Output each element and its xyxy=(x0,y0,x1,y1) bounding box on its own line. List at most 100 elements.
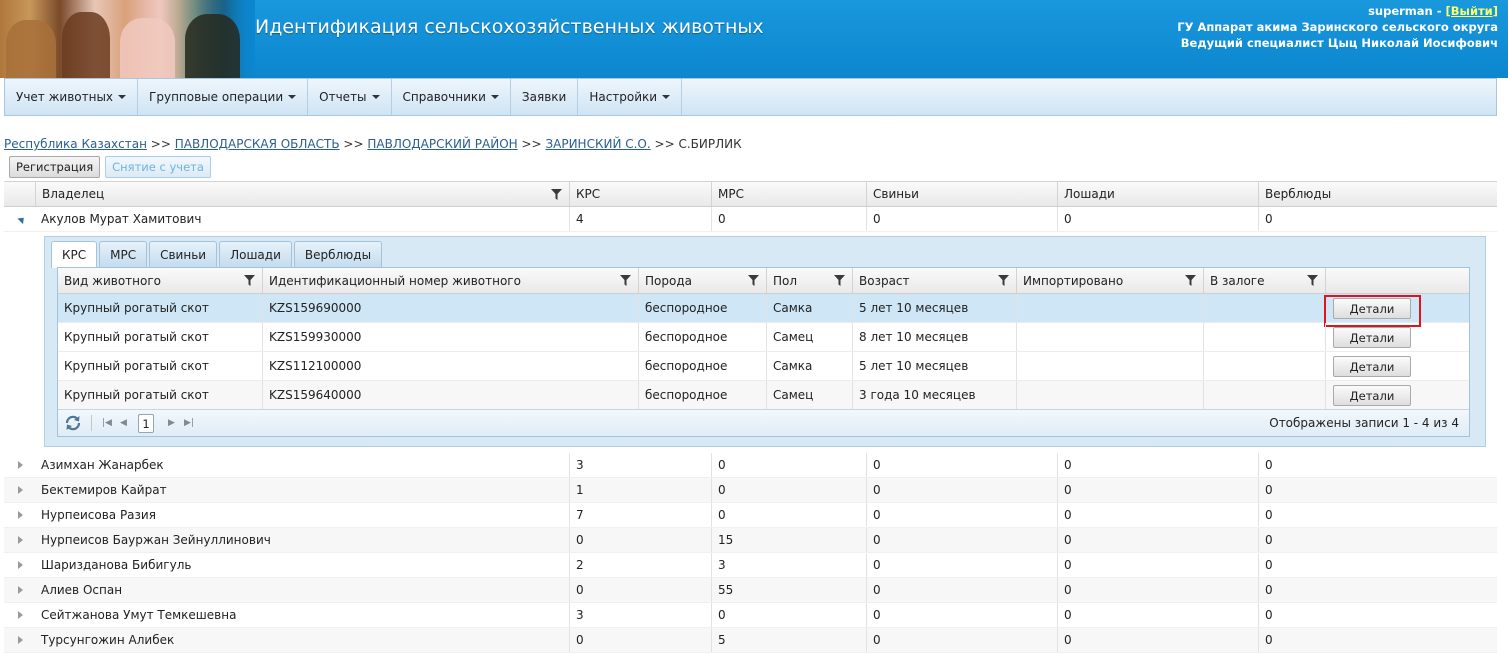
animal-age: 5 лет 10 месяцев xyxy=(852,352,1016,380)
tab-camels[interactable]: Верблюды xyxy=(293,241,383,267)
animal-imported xyxy=(1016,381,1203,409)
last-page-icon[interactable]: ▶| xyxy=(184,418,194,428)
animals-detail-panel: КРС МРС Свиньи Лошади Верблюды Вид живот… xyxy=(44,236,1486,447)
expand-arrow-icon[interactable] xyxy=(18,486,23,494)
tab-horses[interactable]: Лошади xyxy=(219,241,292,267)
count-horses: 0 xyxy=(1057,628,1258,652)
animal-species: Крупный рогатый скот xyxy=(64,359,209,373)
filter-icon[interactable] xyxy=(834,275,845,286)
table-row[interactable]: Крупный рогатый скот KZS112100000 беспор… xyxy=(58,352,1469,381)
expand-arrow-icon[interactable] xyxy=(18,511,23,519)
menu-item-directories[interactable]: Справочники xyxy=(392,79,511,115)
animal-imported xyxy=(1016,323,1203,351)
menu-item-settings[interactable]: Настройки xyxy=(578,79,683,115)
column-header-imported[interactable]: Импортировано xyxy=(1016,268,1203,293)
filter-icon[interactable] xyxy=(551,189,562,200)
breadcrumb-region[interactable]: ПАВЛОДАРСКАЯ ОБЛАСТЬ xyxy=(175,137,340,151)
column-header-breed[interactable]: Порода xyxy=(638,268,766,293)
menu-item-reports[interactable]: Отчеты xyxy=(308,79,392,115)
filter-icon[interactable] xyxy=(620,275,631,286)
logout-link[interactable]: [Выйти] xyxy=(1446,4,1498,18)
collapse-arrow-icon[interactable] xyxy=(17,214,27,225)
refresh-icon[interactable] xyxy=(64,414,82,432)
animal-id: KZS159930000 xyxy=(262,323,638,351)
table-row[interactable]: Нурпеисова Разия 7 0 0 0 0 xyxy=(4,503,1497,528)
expand-arrow-icon[interactable] xyxy=(18,461,23,469)
animal-pledged xyxy=(1203,294,1325,322)
column-header-species[interactable]: Вид животного xyxy=(58,268,262,293)
first-page-icon[interactable]: |◀ xyxy=(102,418,112,428)
count-camels: 0 xyxy=(1258,628,1497,652)
breadcrumb-district[interactable]: ПАВЛОДАРСКИЙ РАЙОН xyxy=(367,137,517,151)
breadcrumb-rural-district[interactable]: ЗАРИНСКИЙ С.О. xyxy=(545,137,650,151)
column-header-owner[interactable]: Владелец xyxy=(35,182,569,206)
details-button[interactable]: Детали xyxy=(1333,385,1411,406)
count-krs: 0 xyxy=(569,578,711,602)
column-header-camels[interactable]: Верблюды xyxy=(1258,182,1497,206)
prev-page-icon[interactable]: ◀ xyxy=(120,418,127,428)
table-row[interactable]: Бектемиров Кайрат 1 0 0 0 0 xyxy=(4,478,1497,503)
animal-pledged xyxy=(1203,381,1325,409)
filter-icon[interactable] xyxy=(1307,275,1318,286)
table-row[interactable]: Крупный рогатый скот KZS159930000 беспор… xyxy=(58,323,1469,352)
next-page-icon[interactable]: ▶ xyxy=(168,418,175,428)
expand-arrow-icon[interactable] xyxy=(18,561,23,569)
filter-icon[interactable] xyxy=(748,275,759,286)
count-krs: 3 xyxy=(569,453,711,477)
count-pigs: 0 xyxy=(866,528,1057,552)
column-header-id-number[interactable]: Идентификационный номер животного xyxy=(262,268,638,293)
tab-pigs[interactable]: Свиньи xyxy=(149,241,218,267)
animal-age: 8 лет 10 месяцев xyxy=(852,323,1016,351)
table-row[interactable]: Турсунгожин Алибек 0 5 0 0 0 xyxy=(4,628,1497,653)
user-info: superman - [Выйти] ГУ Аппарат акима Зари… xyxy=(1177,4,1498,50)
tab-mrs[interactable]: МРС xyxy=(99,241,148,267)
expand-arrow-icon[interactable] xyxy=(18,611,23,619)
filter-icon[interactable] xyxy=(1185,275,1196,286)
column-header-horses[interactable]: Лошади xyxy=(1057,182,1258,206)
chevron-down-icon xyxy=(288,95,297,99)
chevron-down-icon xyxy=(118,95,127,99)
pager: |◀ ◀ 1 ▶ ▶| Отображены записи 1 - 4 из 4 xyxy=(58,409,1469,436)
owner-name: Бектемиров Кайрат xyxy=(41,483,167,497)
filter-icon[interactable] xyxy=(998,275,1009,286)
menu-item-group-operations[interactable]: Групповые операции xyxy=(138,79,309,115)
table-row[interactable]: Азимхан Жанарбек 3 0 0 0 0 xyxy=(4,453,1497,478)
user-position: Ведущий специалист Цыц Николай Иосифович xyxy=(1180,36,1498,50)
column-header-krs[interactable]: КРС xyxy=(569,182,711,206)
animal-imported xyxy=(1016,294,1203,322)
register-button[interactable]: Регистрация xyxy=(9,156,101,178)
owner-name: Азимхан Жанарбек xyxy=(41,458,164,472)
breadcrumb-country[interactable]: Республика Казахстан xyxy=(4,137,147,151)
table-row[interactable]: Крупный рогатый скот KZS159690000 беспор… xyxy=(58,294,1469,327)
table-row[interactable]: Сейтжанова Умут Темкешевна 3 0 0 0 0 xyxy=(4,603,1497,628)
column-header-sex[interactable]: Пол xyxy=(766,268,852,293)
expand-arrow-icon[interactable] xyxy=(18,586,23,594)
tab-krs[interactable]: КРС xyxy=(51,241,98,268)
count-mrs: 0 xyxy=(711,207,866,231)
count-krs: 0 xyxy=(569,528,711,552)
table-row[interactable]: Крупный рогатый скот KZS159640000 беспор… xyxy=(58,381,1469,410)
column-header-age[interactable]: Возраст xyxy=(852,268,1016,293)
table-row[interactable]: Алиев Оспан 0 55 0 0 0 xyxy=(4,578,1497,603)
details-button[interactable]: Детали xyxy=(1333,327,1411,348)
menu-item-animal-accounting[interactable]: Учет животных xyxy=(5,79,139,115)
table-row[interactable]: Шаризданова Бибигуль 2 3 0 0 0 xyxy=(4,553,1497,578)
filter-icon[interactable] xyxy=(244,275,255,286)
column-header-mrs[interactable]: МРС xyxy=(711,182,866,206)
deregister-button[interactable]: Снятие с учета xyxy=(105,156,211,178)
current-page[interactable]: 1 xyxy=(138,414,154,433)
details-button[interactable]: Детали xyxy=(1333,356,1411,377)
animal-id: KZS159690000 xyxy=(262,294,638,322)
expand-arrow-icon[interactable] xyxy=(18,536,23,544)
count-pigs: 0 xyxy=(866,578,1057,602)
toolbar: Регистрация Снятие с учета xyxy=(9,156,211,178)
table-row[interactable]: Акулов Мурат Хамитович 4 0 0 0 0 xyxy=(4,207,1497,232)
expand-arrow-icon[interactable] xyxy=(18,636,23,644)
owner-name: Акулов Мурат Хамитович xyxy=(41,212,202,226)
column-header-pigs[interactable]: Свиньи xyxy=(866,182,1057,206)
count-horses: 0 xyxy=(1057,528,1258,552)
table-row[interactable]: Нурпеисов Бауржан Зейнуллинович 0 15 0 0… xyxy=(4,528,1497,553)
menu-item-requests[interactable]: Заявки xyxy=(511,79,579,115)
column-header-pledged[interactable]: В залоге xyxy=(1203,268,1325,293)
count-camels: 0 xyxy=(1258,578,1497,602)
